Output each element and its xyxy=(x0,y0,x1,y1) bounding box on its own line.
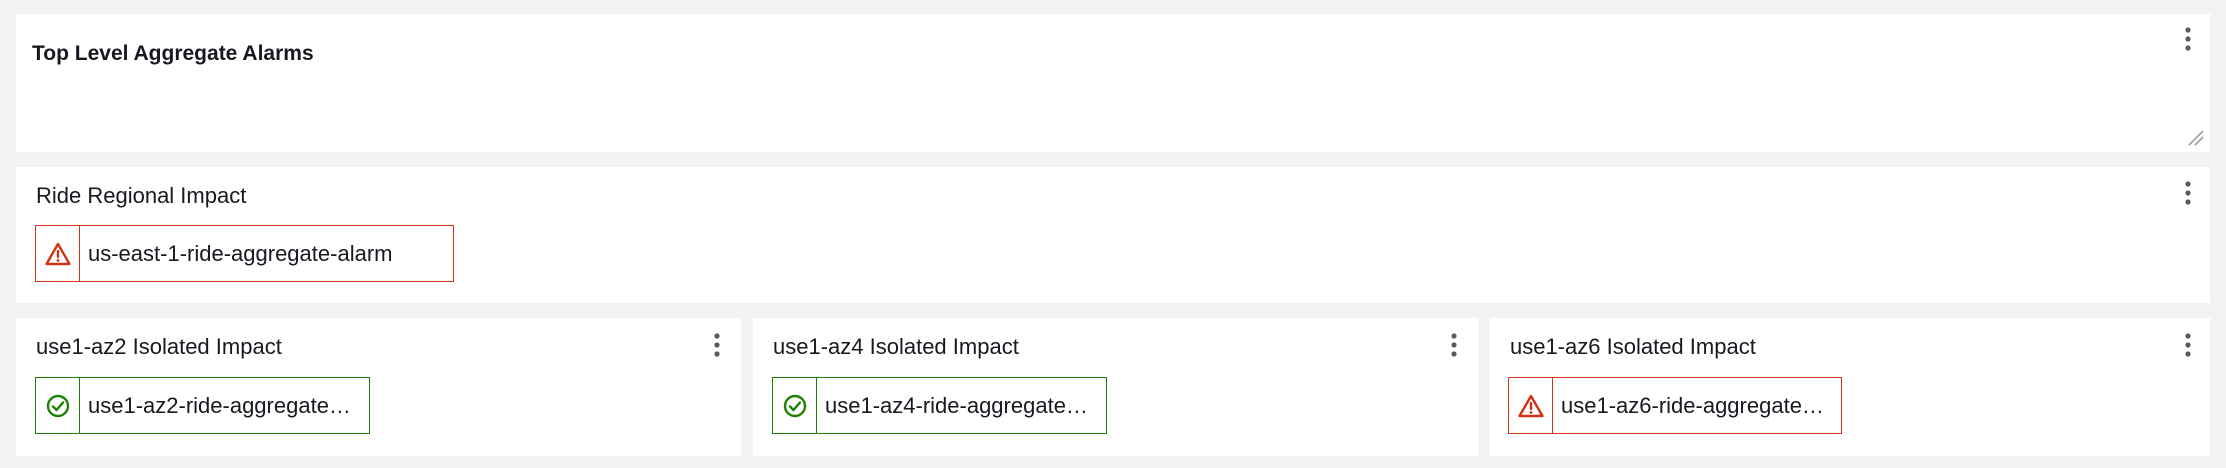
alarm-badge-use1-az6[interactable]: use1-az6-ride-aggregate… xyxy=(1508,377,1842,434)
alarm-name-text: use1-az6-ride-aggregate… xyxy=(1561,392,1824,418)
widget-use1-az2-isolated-impact: use1-az2 Isolated Impact use1-az2-ride-a… xyxy=(16,318,741,456)
alarm-name[interactable]: us-east-1-ride-aggregate-alarm xyxy=(80,226,453,281)
widget-ride-regional-impact: Ride Regional Impact us-east-1-ride-aggr… xyxy=(16,167,2210,303)
alarm-badge-use1-az4[interactable]: use1-az4-ride-aggregate… xyxy=(772,377,1107,434)
widget-menu-icon[interactable] xyxy=(2178,24,2198,54)
warning-triangle-icon xyxy=(36,226,80,281)
widget-use1-az4-isolated-impact: use1-az4 Isolated Impact use1-az4-ride-a… xyxy=(753,318,1478,456)
widget-menu-icon[interactable] xyxy=(2178,330,2198,360)
widget-use1-az6-isolated-impact: use1-az6 Isolated Impact use1-az6-ride-a… xyxy=(1490,318,2210,456)
check-circle-icon xyxy=(36,378,80,433)
alarm-name-text: use1-az2-ride-aggregate… xyxy=(88,392,351,418)
widget-title: use1-az6 Isolated Impact xyxy=(1510,334,1756,359)
text-widget-title: Top Level Aggregate Alarms xyxy=(32,42,314,65)
text-widget-top-level-aggregate-alarms: Top Level Aggregate Alarms xyxy=(16,14,2210,152)
widget-menu-icon[interactable] xyxy=(2178,178,2198,208)
warning-triangle-icon xyxy=(1509,378,1553,433)
widget-menu-icon[interactable] xyxy=(707,330,727,360)
check-circle-icon xyxy=(773,378,817,433)
alarm-name-text: us-east-1-ride-aggregate-alarm xyxy=(88,240,393,266)
widget-title: use1-az2 Isolated Impact xyxy=(36,334,282,359)
resize-handle-icon[interactable] xyxy=(2186,128,2204,146)
alarm-badge-use1-az2[interactable]: use1-az2-ride-aggregate… xyxy=(35,377,370,434)
widget-menu-icon[interactable] xyxy=(1444,330,1464,360)
widget-title: Ride Regional Impact xyxy=(36,183,247,208)
alarm-name[interactable]: use1-az4-ride-aggregate… xyxy=(817,378,1106,433)
alarm-badge-us-east-1[interactable]: us-east-1-ride-aggregate-alarm xyxy=(35,225,454,282)
widget-title: use1-az4 Isolated Impact xyxy=(773,334,1019,359)
alarm-name[interactable]: use1-az6-ride-aggregate… xyxy=(1553,378,1841,433)
alarm-name-text: use1-az4-ride-aggregate… xyxy=(825,392,1088,418)
alarm-name[interactable]: use1-az2-ride-aggregate… xyxy=(80,378,369,433)
